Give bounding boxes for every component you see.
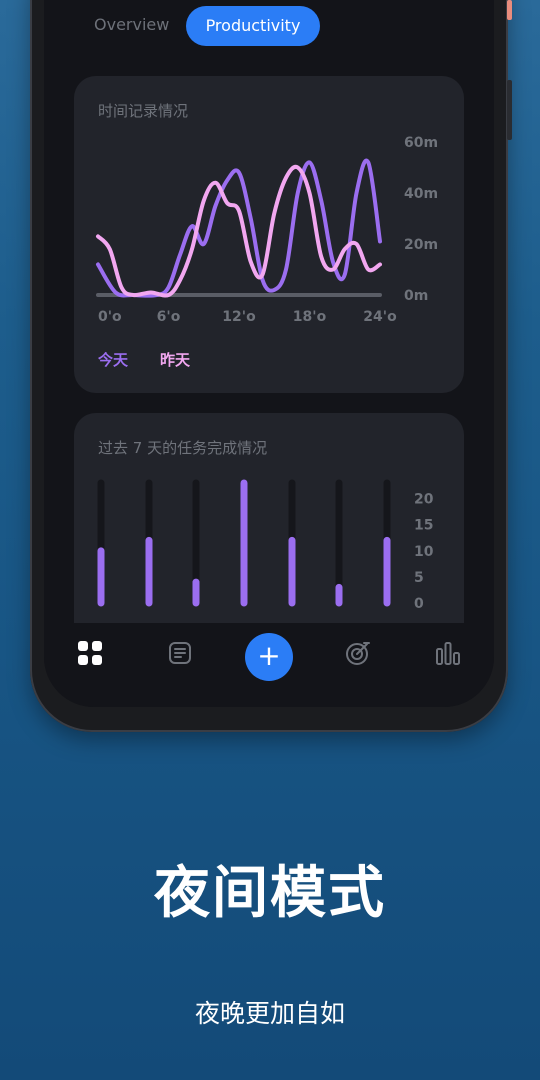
tasks-chart: 20 15 10 5 0 <box>97 479 434 612</box>
plus-icon: + <box>257 639 281 672</box>
target-icon[interactable] <box>344 639 372 667</box>
tasks-card: 过去 7 天的任务完成情况 20 15 10 5 0 <box>74 413 464 653</box>
subline: 夜晚更加自如 <box>194 999 345 1028</box>
phone-frame: Overview Productivity 时间记录情况 60m 40m 20m 0m… <box>30 0 512 732</box>
time-record-card: 时间记录情况 60m 40m 20m 0m 0'o 6'o 12'o 18'o 24'o 今天 … <box>74 76 464 393</box>
bottom-nav: + <box>44 623 494 707</box>
top-tabs: Overview Productivity <box>44 6 494 46</box>
bar-y-tick-label: 10 <box>414 544 434 560</box>
y-tick-label: 0m <box>404 288 428 304</box>
x-tick-label: 12'o <box>222 309 256 325</box>
phone-screen: Overview Productivity 时间记录情况 60m 40m 20m 0m… <box>44 0 494 707</box>
series-today-line <box>96 158 382 298</box>
notes-icon[interactable] <box>166 639 194 667</box>
bar-y-tick-label: 15 <box>414 518 433 534</box>
x-tick-label: 18'o <box>293 309 327 325</box>
bar-y-tick-label: 0 <box>414 596 424 612</box>
bar-y-tick-label: 20 <box>414 492 434 508</box>
y-tick-label: 60m <box>404 135 438 151</box>
y-tick-label: 40m <box>404 186 438 202</box>
y-tick-label: 20m <box>404 237 438 253</box>
phone-side-button <box>507 80 512 140</box>
x-tick-label: 0'o <box>98 309 122 325</box>
legend-yesterday[interactable]: 昨天 <box>160 349 190 370</box>
tab-productivity[interactable]: Productivity <box>186 6 320 46</box>
add-button[interactable]: + <box>245 633 293 681</box>
time-record-chart: 60m 40m 20m 0m 0'o 6'o 12'o 18'o 24'o <box>96 135 438 325</box>
bar-y-tick-label: 5 <box>414 570 424 586</box>
bar-chart-icon[interactable] <box>434 639 462 667</box>
x-tick-label: 6'o <box>157 309 181 325</box>
tab-overview[interactable]: Overview <box>94 15 169 34</box>
headline: 夜间模式 <box>154 861 386 926</box>
grid-icon[interactable] <box>76 639 104 667</box>
phone-top-button <box>507 0 512 20</box>
x-tick-label: 24'o <box>363 309 397 325</box>
legend-today[interactable]: 今天 <box>98 349 128 370</box>
